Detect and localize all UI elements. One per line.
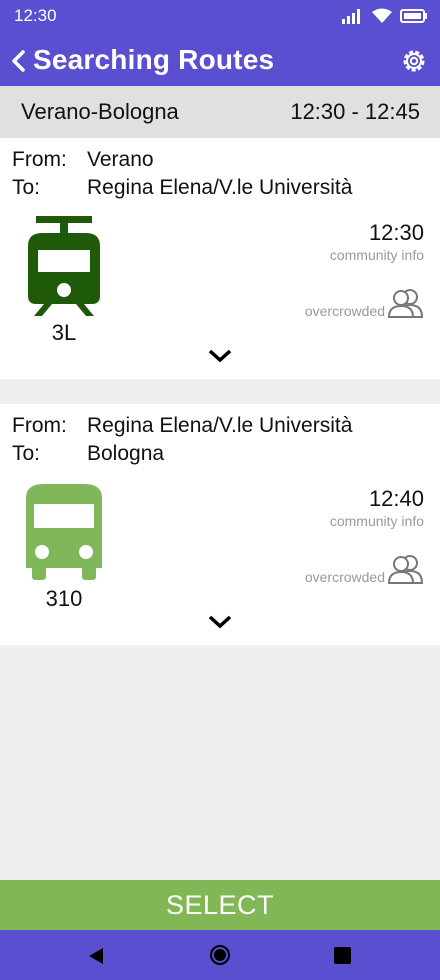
people-icon [388, 555, 424, 584]
to-label: To: [12, 176, 41, 199]
departure-time: 12:40 [368, 486, 424, 511]
to-stop: Bologna [87, 442, 165, 465]
community-info-label: community info [329, 513, 424, 529]
status-icons [342, 8, 428, 24]
route-leg-card[interactable]: From: Regina Elena/V.le Università To: B… [0, 404, 440, 645]
chevron-down-icon[interactable] [208, 348, 232, 364]
system-nav-bar [0, 930, 440, 980]
status-time: 12:30 [14, 6, 57, 25]
chevron-down-icon[interactable] [208, 614, 232, 630]
from-stop: Verano [87, 148, 154, 171]
page-title: Searching Routes [33, 44, 275, 75]
from-label: From: [12, 148, 67, 171]
route-name: Verano-Bologna [21, 99, 179, 124]
nav-home-icon[interactable] [210, 945, 230, 965]
select-button[interactable]: SELECT [0, 880, 440, 930]
nav-recents-icon[interactable] [334, 947, 351, 964]
bus-icon [26, 484, 102, 580]
app-bar: Searching Routes [0, 34, 440, 86]
route-time-range: 12:30 - 12:45 [290, 99, 420, 124]
back-arrow-icon[interactable] [8, 48, 30, 74]
route-leg-card[interactable]: From: Verano To: Regina Elena/V.le Unive… [0, 138, 440, 379]
crowd-status: overcrowded [304, 303, 385, 319]
community-info-label: community info [329, 247, 424, 263]
gear-icon[interactable] [400, 47, 428, 75]
nav-back-icon[interactable] [88, 947, 104, 965]
battery-icon [400, 9, 427, 23]
departure-time: 12:30 [368, 220, 424, 245]
status-bar: 12:30 [0, 0, 440, 34]
line-number: 3L [51, 320, 77, 345]
people-icon [388, 289, 424, 318]
signal-icon [342, 9, 360, 24]
tram-icon [28, 216, 100, 316]
wifi-icon [372, 8, 392, 23]
crowd-status: overcrowded [304, 569, 385, 585]
from-label: From: [12, 414, 67, 437]
route-summary-bar: Verano-Bologna 12:30 - 12:45 [0, 86, 440, 138]
to-label: To: [12, 442, 41, 465]
from-stop: Regina Elena/V.le Università [87, 414, 353, 437]
to-stop: Regina Elena/V.le Università [87, 176, 353, 199]
line-number: 310 [45, 586, 83, 611]
